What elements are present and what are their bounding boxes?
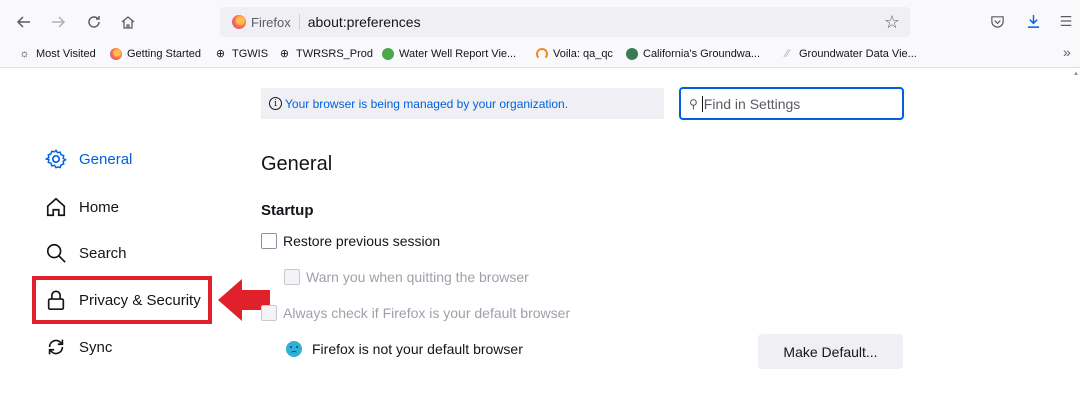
identity-label: Firefox	[251, 14, 291, 30]
address-bar[interactable]: Firefox about:preferences ☆	[220, 7, 910, 37]
checkbox-label: Restore previous session	[283, 233, 441, 249]
default-browser-status-text: Firefox is not your default browser	[312, 341, 523, 357]
forward-arrow-icon[interactable]	[46, 10, 70, 34]
bookmark-water-well-report[interactable]: Water Well Report Vie...	[381, 47, 516, 60]
voila-icon	[535, 47, 548, 60]
site-icon	[625, 47, 638, 60]
startup-heading: Startup	[261, 202, 314, 219]
checkbox-label: Always check if Firefox is your default …	[283, 305, 571, 321]
bookmark-label: Most Visited	[36, 47, 96, 60]
bookmark-most-visited[interactable]: ☼ Most Visited	[18, 47, 96, 60]
category-sync[interactable]: Sync	[45, 336, 112, 358]
bookmark-california-groundwater[interactable]: California's Groundwa...	[625, 47, 760, 60]
bookmark-voila-qa-qc[interactable]: Voila: qa_qc	[535, 47, 613, 60]
scroll-up-arrow-icon[interactable]: ▲	[1073, 71, 1079, 77]
bookmark-label: TGWIS	[232, 47, 269, 60]
firefox-icon	[109, 47, 122, 60]
bookmark-label: Water Well Report Vie...	[399, 47, 517, 60]
gear-icon: ☼	[19, 47, 30, 60]
bookmark-label: Voila: qa_qc	[553, 47, 613, 60]
site-icon	[381, 47, 394, 60]
bookmark-label: Getting Started	[127, 47, 201, 60]
checkbox-box[interactable]	[284, 269, 300, 285]
category-label: Search	[79, 244, 127, 262]
info-icon: i	[269, 97, 282, 110]
bookmarks-overflow-chevron-icon[interactable]: »	[1063, 44, 1071, 60]
checkbox-box[interactable]	[261, 233, 277, 249]
menu-icon[interactable]	[1055, 10, 1077, 32]
bookmark-twrsrs-prod[interactable]: ⊕ TWRSRS_Prod	[278, 47, 374, 61]
category-label: General	[79, 150, 133, 168]
search-icon: ⚲	[689, 96, 698, 111]
gear-icon	[45, 149, 67, 169]
home-icon[interactable]	[116, 10, 140, 34]
firefox-icon	[232, 15, 246, 29]
search-icon	[46, 243, 66, 263]
sad-face-icon	[286, 341, 302, 357]
text-caret	[701, 95, 703, 112]
url-text[interactable]: about:preferences	[308, 14, 421, 30]
page-title: General	[261, 153, 333, 175]
policies-notice[interactable]: i Your browser is being managed by your …	[261, 88, 664, 119]
bookmark-tgwis[interactable]: ⊕ TGWIS	[214, 47, 269, 61]
restore-session-checkbox[interactable]: Restore previous session	[261, 233, 440, 249]
url-separator	[298, 14, 300, 30]
globe-icon: ⊕	[279, 48, 290, 60]
category-search[interactable]: Search	[45, 242, 127, 264]
bookmark-label: California's Groundwa...	[643, 47, 761, 60]
downloads-icon[interactable]	[1022, 10, 1044, 32]
policies-notice-text: Your browser is being managed by your or…	[285, 96, 569, 111]
home-icon	[46, 197, 66, 217]
category-label: Home	[79, 198, 120, 216]
bookmark-getting-started[interactable]: Getting Started	[109, 47, 201, 60]
star-icon[interactable]: ☆	[884, 12, 900, 33]
search-field[interactable]: ⚲	[679, 87, 904, 120]
checkbox-box[interactable]	[261, 305, 277, 321]
always-check-default-checkbox[interactable]: Always check if Firefox is your default …	[261, 305, 570, 321]
scrollbar[interactable]: ▲	[1072, 69, 1080, 402]
navigation-toolbar: Firefox about:preferences ☆	[0, 0, 1080, 42]
reload-icon[interactable]	[82, 10, 106, 34]
make-default-button[interactable]: Make Default...	[758, 334, 903, 369]
search-input[interactable]	[703, 95, 889, 112]
identity-box[interactable]: Firefox	[220, 7, 291, 37]
feather-icon: ⁄⁄	[785, 47, 790, 60]
annotation-highlight-box	[32, 276, 212, 324]
category-label: Sync	[79, 338, 113, 356]
category-general[interactable]: General	[45, 148, 132, 170]
sync-icon	[48, 339, 64, 355]
category-home[interactable]: Home	[45, 196, 119, 218]
checkbox-label: Warn you when quitting the browser	[306, 269, 529, 285]
bookmark-label: TWRSRS_Prod	[296, 47, 374, 60]
bookmark-label: Groundwater Data Vie...	[799, 47, 917, 60]
globe-icon: ⊕	[215, 48, 226, 60]
back-arrow-icon[interactable]	[12, 10, 36, 34]
bookmark-groundwater-data-viewer[interactable]: ⁄⁄ Groundwater Data Vie...	[781, 47, 917, 60]
pocket-icon[interactable]	[986, 10, 1008, 32]
preferences-page: ▲ i Your browser is being managed by you…	[0, 69, 1080, 402]
bookmarks-toolbar: ☼ Most Visited Getting Started ⊕ TGWIS ⊕…	[0, 42, 1080, 68]
warn-on-quit-checkbox[interactable]: Warn you when quitting the browser	[284, 269, 529, 285]
default-browser-status: Firefox is not your default browser	[286, 341, 523, 357]
